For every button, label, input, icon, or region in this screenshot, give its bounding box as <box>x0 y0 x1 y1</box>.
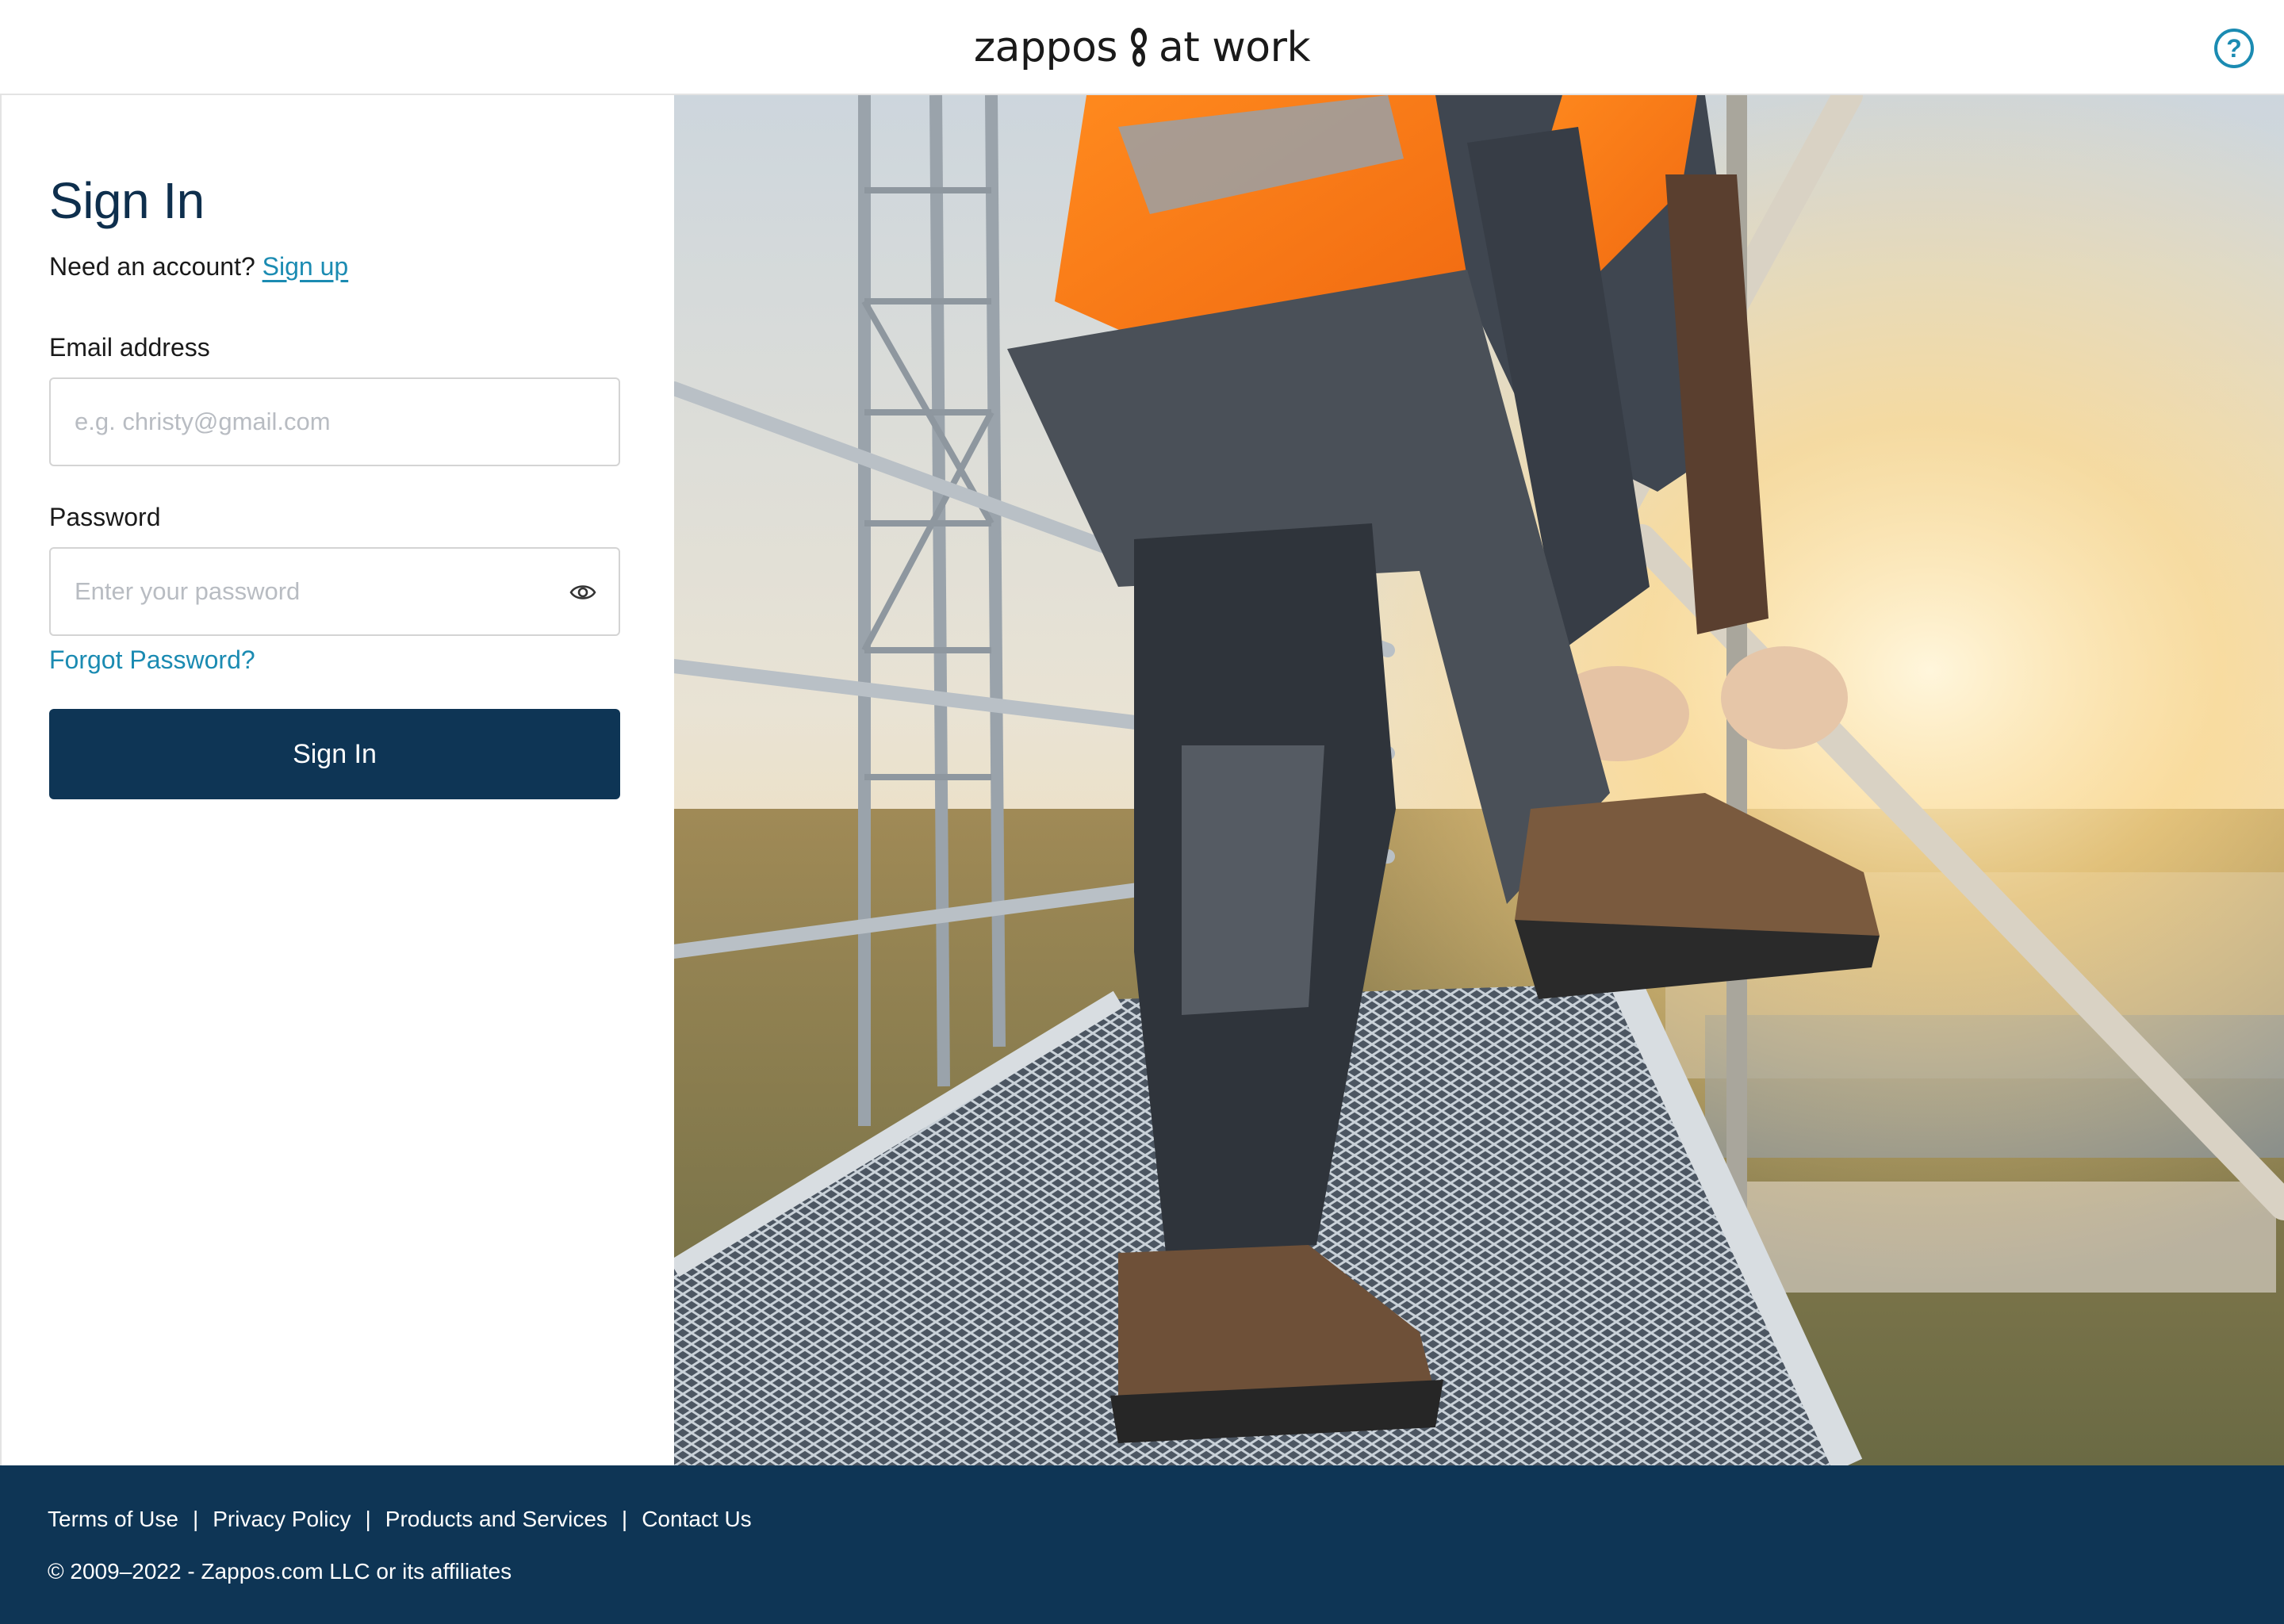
footer-separator: | <box>192 1507 199 1531</box>
password-field[interactable] <box>73 549 581 634</box>
footer-links: Terms of Use | Privacy Policy | Products… <box>48 1507 752 1532</box>
logo-text-at-work: at work <box>1158 24 1311 71</box>
password-field-box[interactable] <box>49 547 620 636</box>
logo-text-zappos: zappos <box>973 24 1118 71</box>
worker-on-scaffold-illustration <box>674 95 2284 1465</box>
footer-link-products[interactable]: Products and Services <box>385 1507 607 1532</box>
copyright-text: © 2009–2022 - Zappos.com LLC or its affi… <box>48 1559 512 1584</box>
footer-link-privacy[interactable]: Privacy Policy <box>213 1507 351 1532</box>
signup-prompt: Need an account? Sign up <box>49 252 348 282</box>
page-title: Sign In <box>49 172 205 229</box>
need-account-text: Need an account? <box>49 252 255 281</box>
footer-separator: | <box>365 1507 371 1531</box>
top-header: zappos at work ? <box>0 0 2284 95</box>
footer-link-terms[interactable]: Terms of Use <box>48 1507 178 1532</box>
footer-separator: | <box>621 1507 628 1531</box>
sign-in-button[interactable]: Sign In <box>49 709 620 799</box>
forgot-password-link[interactable]: Forgot Password? <box>49 645 255 675</box>
eye-icon[interactable] <box>569 580 596 604</box>
zappos-at-work-logo[interactable]: zappos at work <box>0 17 2284 78</box>
sneaker-sole-icon <box>1130 28 1147 67</box>
hero-image <box>674 95 2284 1465</box>
footer: Terms of Use | Privacy Policy | Products… <box>0 1465 2284 1624</box>
signup-link[interactable]: Sign up <box>263 252 349 281</box>
email-label: Email address <box>49 333 210 362</box>
help-icon[interactable]: ? <box>2214 29 2254 68</box>
password-label: Password <box>49 503 161 531</box>
footer-link-contact[interactable]: Contact Us <box>642 1507 752 1532</box>
signin-panel: Sign In Need an account? Sign up Email a… <box>0 95 674 1465</box>
email-field[interactable] <box>73 379 581 465</box>
email-field-box[interactable] <box>49 377 620 466</box>
